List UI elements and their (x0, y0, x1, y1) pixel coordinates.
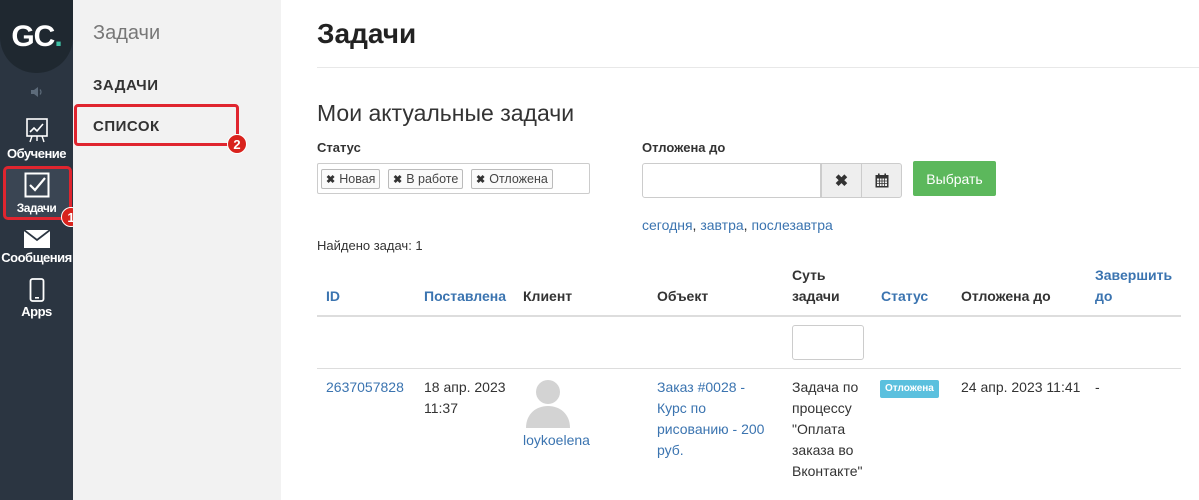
rail-item-apps[interactable]: Apps (0, 278, 73, 319)
link-today[interactable]: сегодня (642, 217, 693, 233)
table-row-divider (317, 368, 1181, 369)
remove-tag-icon[interactable]: ✖ (393, 174, 402, 186)
task-id-link[interactable]: 2637057828 (326, 377, 404, 398)
rail-item-label: Сообщения (1, 250, 72, 265)
column-header-object: Объект (657, 288, 709, 304)
submenu-item-list[interactable]: СПИСОК (93, 118, 160, 135)
postponed-date-input[interactable] (642, 163, 821, 198)
calendar-icon (875, 173, 888, 188)
divider (317, 67, 1199, 68)
chart-icon (25, 118, 48, 143)
task-created: 18 апр. 2023 11:37 (424, 379, 506, 416)
calendar-button[interactable] (861, 163, 902, 198)
rail-item-label: Apps (21, 304, 52, 319)
submenu-title: Задачи (93, 22, 161, 44)
rail-item-messages[interactable]: Сообщения (0, 230, 73, 265)
table-header-divider (317, 315, 1181, 317)
submenu-item-tasks[interactable]: ЗАДАЧИ (93, 77, 158, 94)
remove-tag-icon[interactable]: ✖ (326, 174, 335, 186)
found-count: Найдено задач: 1 (317, 238, 423, 253)
column-header-created[interactable]: Поставлена (424, 286, 506, 307)
speaker-icon[interactable] (0, 80, 73, 104)
logo[interactable]: GC. (0, 0, 73, 73)
remove-tag-icon[interactable]: ✖ (476, 174, 485, 186)
main-content: Задачи Мои актуальные задачи Статус ✖ Нов… (281, 0, 1199, 500)
link-tomorrow[interactable]: завтра (700, 217, 743, 233)
left-rail: GC. Обучение Задачи 1 Сообщения Apps (0, 0, 81, 500)
submenu: Задачи ЗАДАЧИ СПИСОК 2 (73, 0, 281, 500)
task-postponed-until: 24 апр. 2023 11:41 (961, 379, 1081, 395)
logo-dot: . (54, 19, 62, 53)
logo-text: GC (11, 19, 55, 53)
rail-item-label: Обучение (6, 146, 67, 161)
status-badge: Отложена (880, 380, 939, 398)
section-title: Мои актуальные задачи (317, 100, 575, 126)
column-header-client: Клиент (523, 288, 573, 304)
envelope-icon (23, 230, 50, 248)
link-day-after-tomorrow[interactable]: послезавтра (751, 217, 832, 233)
status-tag-postponed[interactable]: ✖ Отложена (471, 169, 553, 189)
page-title: Задачи (317, 18, 417, 49)
phone-icon (29, 278, 44, 302)
client-link[interactable]: loykoelena (523, 430, 590, 451)
column-header-postponed: Отложена до (961, 288, 1051, 304)
choose-button[interactable]: Выбрать (913, 161, 996, 196)
essence-filter-input[interactable] (792, 325, 864, 360)
quick-date-links: сегодня, завтра, послезавтра (642, 217, 833, 233)
avatar (526, 380, 570, 428)
clear-date-button[interactable]: ✖ (821, 163, 862, 198)
column-header-id[interactable]: ID (326, 286, 340, 307)
postponed-filter-label: Отложена до (642, 140, 726, 155)
status-filter-select[interactable]: ✖ Новая ✖ В работе ✖ Отложена (317, 163, 590, 194)
object-link[interactable]: Заказ #0028 - Курс по рисованию - 200 ру… (657, 377, 764, 461)
status-tag-new[interactable]: ✖ Новая (321, 169, 381, 189)
rail-item-tasks[interactable]: Задачи (0, 172, 73, 215)
step-badge-2: 2 (227, 134, 247, 154)
column-header-finish[interactable]: Завершить до (1095, 265, 1172, 307)
checkbox-icon (24, 172, 49, 198)
rail-item-label: Задачи (16, 201, 57, 215)
column-header-essence: Суть задачи (792, 267, 840, 304)
close-icon: ✖ (834, 172, 849, 190)
rail-item-learning[interactable]: Обучение (0, 118, 73, 161)
status-tag-in-progress[interactable]: ✖ В работе (388, 169, 464, 189)
task-finish-until: - (1095, 379, 1100, 395)
task-essence: Задача по процессу "Оплата заказа во Вко… (792, 379, 863, 479)
status-filter-label: Статус (317, 140, 361, 155)
column-header-status[interactable]: Статус (881, 286, 928, 307)
